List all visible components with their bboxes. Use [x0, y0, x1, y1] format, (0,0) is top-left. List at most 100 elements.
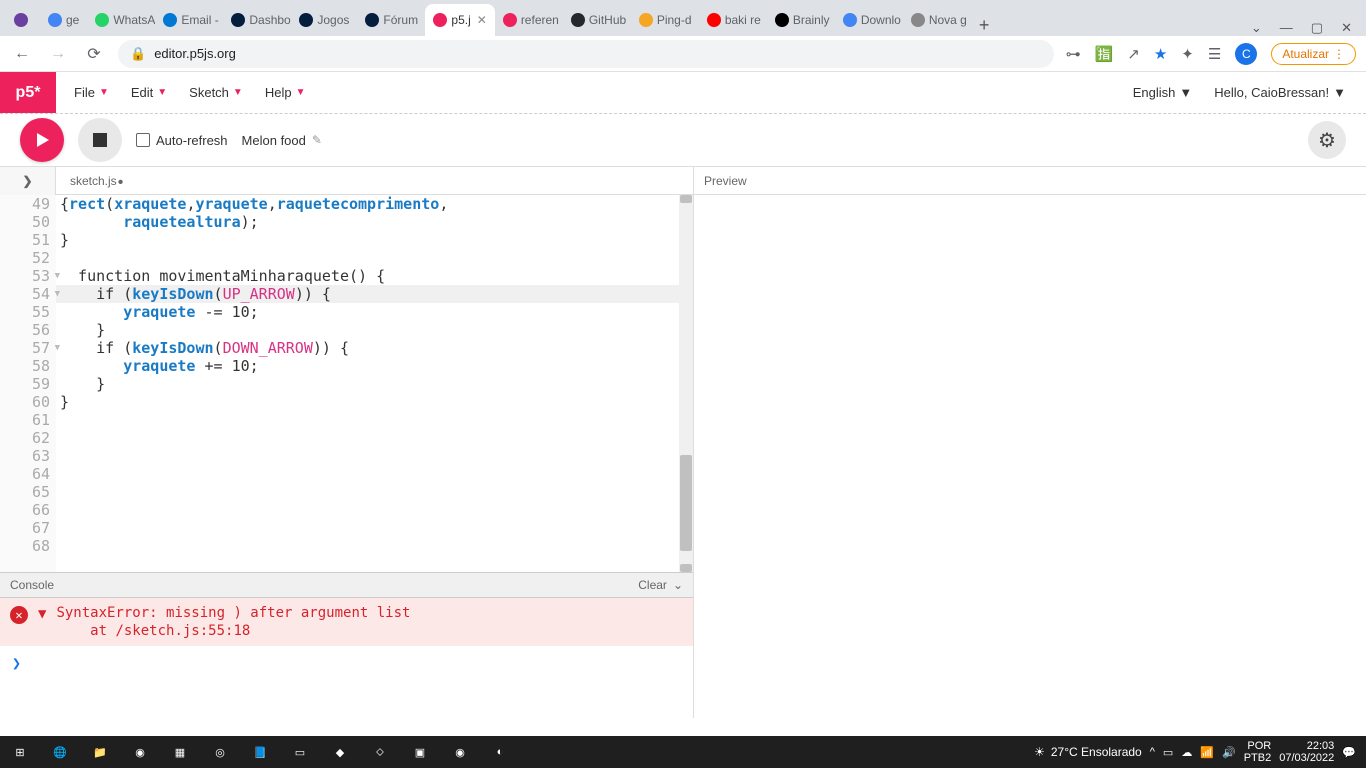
scroll-thumb[interactable] — [680, 455, 692, 551]
reading-list-icon[interactable]: ☰ — [1208, 45, 1221, 63]
browser-tab[interactable]: WhatsA — [87, 4, 155, 36]
browser-tab[interactable]: Downlo — [835, 4, 903, 36]
tray-onedrive-icon[interactable]: ☁ — [1181, 746, 1192, 759]
translate-icon[interactable]: 🈯 — [1095, 45, 1114, 63]
reload-button[interactable]: ⟳ — [82, 44, 106, 64]
code-line[interactable]: } — [56, 231, 693, 249]
code-line[interactable]: } — [56, 393, 693, 411]
browser-tab[interactable]: ge — [40, 4, 87, 36]
code-line[interactable]: if (keyIsDown(DOWN_ARROW)) { — [56, 339, 693, 357]
checkbox-icon[interactable] — [136, 133, 150, 147]
browser-tab[interactable]: Brainly — [767, 4, 835, 36]
user-menu[interactable]: Hello, CaioBressan!▼ — [1214, 85, 1346, 100]
taskbar-word-icon[interactable]: 📘 — [240, 736, 280, 768]
clear-console-button[interactable]: Clear⌄ — [638, 578, 683, 592]
new-tab-button[interactable]: + — [971, 15, 998, 36]
settings-button[interactable]: ⚙ — [1308, 121, 1346, 159]
code-line[interactable] — [56, 537, 693, 555]
menu-file[interactable]: File ▼ — [74, 85, 109, 100]
browser-tab[interactable]: Jogos — [291, 4, 357, 36]
address-bar[interactable]: 🔒 editor.p5js.org — [118, 40, 1054, 68]
code-line[interactable] — [56, 429, 693, 447]
scroll-arrow-up[interactable] — [680, 195, 692, 203]
maximize-icon[interactable]: ▢ — [1311, 20, 1323, 36]
taskbar-git-icon[interactable]: ◆ — [320, 736, 360, 768]
code-line[interactable]: } — [56, 321, 693, 339]
stop-button[interactable] — [78, 118, 122, 162]
code-line[interactable]: if (keyIsDown(UP_ARROW)) { — [56, 285, 693, 303]
chevron-down-icon[interactable]: ⌄ — [1251, 20, 1262, 36]
taskbar-vscode-icon[interactable]: ⬦ — [360, 736, 400, 768]
code-line[interactable] — [56, 465, 693, 483]
browser-tab[interactable]: GitHub — [563, 4, 631, 36]
code-line[interactable]: yraquete += 10; — [56, 357, 693, 375]
sidebar-toggle[interactable]: ❯ — [0, 167, 56, 195]
code-line[interactable] — [56, 447, 693, 465]
fold-icon[interactable]: ▼ — [55, 339, 60, 357]
weather-widget[interactable]: ☀ 27°C Ensolarado — [1034, 745, 1142, 759]
browser-tab[interactable]: baki re — [699, 4, 767, 36]
browser-tab[interactable]: referen — [495, 4, 563, 36]
taskbar-sublime-icon[interactable]: ▣ — [400, 736, 440, 768]
browser-tab[interactable]: Email - — [155, 4, 223, 36]
fold-icon[interactable]: ▼ — [55, 285, 60, 303]
scroll-arrow-down[interactable] — [680, 564, 692, 572]
code-line[interactable] — [56, 483, 693, 501]
taskbar-app-icon[interactable]: ▦ — [160, 736, 200, 768]
menu-help[interactable]: Help ▼ — [265, 85, 306, 100]
code-line[interactable] — [56, 411, 693, 429]
language-menu[interactable]: English▼ — [1133, 85, 1193, 100]
code-line[interactable] — [56, 519, 693, 537]
notifications-icon[interactable]: 💬 — [1342, 746, 1356, 759]
pencil-icon[interactable]: ✎ — [312, 133, 322, 147]
code-line[interactable]: raquetealtura); — [56, 213, 693, 231]
tray-sound-icon[interactable]: 🔊 — [1222, 746, 1236, 759]
code-line[interactable] — [56, 501, 693, 519]
tray-chevron-icon[interactable]: ^ — [1150, 746, 1155, 758]
browser-tab[interactable]: Fórum — [357, 4, 425, 36]
taskbar-obs-icon[interactable]: ◎ — [200, 736, 240, 768]
sketch-name[interactable]: Melon food ✎ — [242, 133, 322, 148]
browser-tab[interactable] — [6, 4, 40, 36]
browser-tab[interactable]: p5.j✕ — [425, 4, 494, 36]
share-icon[interactable]: ↗ — [1127, 45, 1140, 63]
key-icon[interactable]: ⊶ — [1066, 45, 1081, 63]
update-button[interactable]: Atualizar⋮ — [1271, 43, 1356, 65]
browser-tab[interactable]: Dashbo — [223, 4, 291, 36]
p5-logo[interactable]: p5* — [0, 72, 56, 113]
play-button[interactable] — [20, 118, 64, 162]
code-line[interactable] — [56, 249, 693, 267]
auto-refresh-toggle[interactable]: Auto-refresh — [136, 133, 228, 148]
back-button[interactable]: ← — [10, 45, 34, 63]
code-line[interactable]: function movimentaMinharaquete() { — [56, 267, 693, 285]
taskbar-explorer-icon[interactable]: 📁 — [80, 736, 120, 768]
taskbar-edge-icon[interactable]: 🌐 — [40, 736, 80, 768]
taskbar-lang[interactable]: PORPTB2 — [1244, 740, 1272, 764]
menu-edit[interactable]: Edit ▼ — [131, 85, 167, 100]
code-line[interactable]: {rect(xraquete,yraquete,raquetecomprimen… — [56, 195, 693, 213]
start-button[interactable]: ⊞ — [0, 736, 40, 768]
tray-wifi-icon[interactable]: 📶 — [1200, 746, 1214, 759]
taskbar-chrome-icon[interactable]: ◉ — [120, 736, 160, 768]
extensions-icon[interactable]: ✦ — [1181, 45, 1194, 63]
close-icon[interactable]: ✕ — [477, 13, 487, 27]
forward-button[interactable]: → — [46, 45, 70, 63]
menu-sketch[interactable]: Sketch ▼ — [189, 85, 243, 100]
close-icon[interactable]: ✕ — [1341, 20, 1352, 36]
console-prompt[interactable]: ❯ — [0, 646, 693, 680]
code-editor[interactable]: 4950515253▼54▼555657▼5859606162636465666… — [0, 195, 693, 572]
taskbar-app2-icon[interactable]: ◐ — [480, 736, 520, 768]
taskbar-clock[interactable]: 22:0307/03/2022 — [1279, 740, 1334, 764]
taskbar-chrome2-icon[interactable]: ◉ — [440, 736, 480, 768]
tray-battery-icon[interactable]: ▭ — [1163, 746, 1173, 759]
file-tab[interactable]: sketch.js• — [56, 174, 122, 188]
code-line[interactable]: } — [56, 375, 693, 393]
browser-tab[interactable]: Nova g — [903, 4, 971, 36]
fold-icon[interactable]: ▼ — [55, 267, 60, 285]
profile-avatar[interactable]: C — [1235, 43, 1257, 65]
scrollbar[interactable] — [679, 195, 693, 572]
bookmark-icon[interactable]: ★ — [1154, 45, 1167, 63]
browser-tab[interactable]: Ping-d — [631, 4, 699, 36]
minimize-icon[interactable]: ― — [1280, 20, 1293, 36]
code-line[interactable]: yraquete -= 10; — [56, 303, 693, 321]
